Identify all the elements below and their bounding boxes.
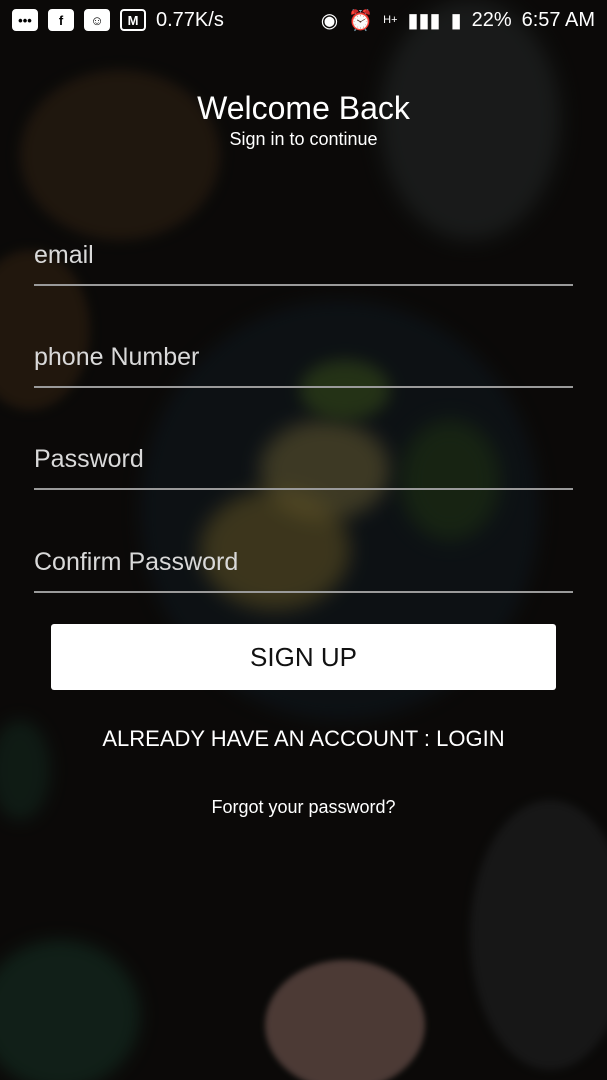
status-bar: ••• f ☺ M 0.77K/s ◉ ⏰ H+ ▮▮▮ ▮ 22% 6:57 … xyxy=(0,0,607,40)
more-icon: ••• xyxy=(12,9,38,31)
page-title: Welcome Back xyxy=(197,90,410,126)
page-subtitle: Sign in to continue xyxy=(229,129,378,149)
alarm-icon: ⏰ xyxy=(348,9,374,32)
battery-percent: 22% xyxy=(471,8,512,31)
signal-icon: ▮▮▮ xyxy=(407,9,441,32)
confirm-password-field xyxy=(34,533,573,593)
signup-button[interactable]: SIGN UP xyxy=(51,624,556,690)
email-input[interactable] xyxy=(34,226,573,284)
forgot-password-link[interactable]: Forgot your password? xyxy=(0,797,607,818)
phone-input[interactable] xyxy=(34,328,573,386)
gmail-icon: M xyxy=(120,9,146,31)
password-field xyxy=(34,430,573,490)
email-field xyxy=(34,226,573,286)
header: Welcome Back Sign in to continue xyxy=(0,90,607,150)
network-speed: 0.77K/s xyxy=(156,8,224,31)
facebook-icon: f xyxy=(48,9,74,31)
hotspot-icon: ◉ xyxy=(320,9,339,32)
phone-field xyxy=(34,328,573,388)
login-link[interactable]: ALREADY HAVE AN ACCOUNT : LOGIN xyxy=(0,726,607,752)
messenger-icon: ☺ xyxy=(84,9,110,31)
password-input[interactable] xyxy=(34,430,573,488)
battery-icon: ▮ xyxy=(450,9,462,32)
network-type: H+ xyxy=(383,14,398,26)
clock: 6:57 AM xyxy=(521,8,595,31)
confirm-password-input[interactable] xyxy=(34,533,573,591)
